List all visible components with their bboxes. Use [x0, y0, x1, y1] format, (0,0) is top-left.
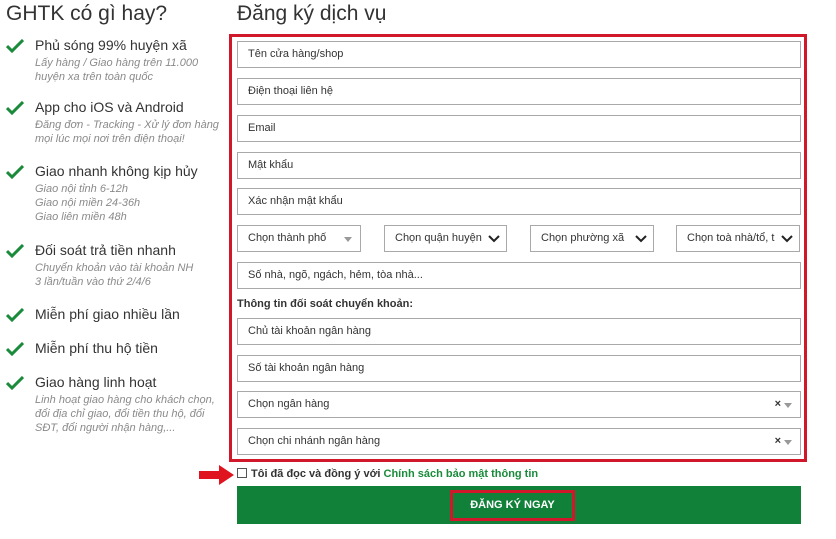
feature-title: Đối soát trả tiền nhanh	[35, 242, 176, 258]
feature-desc: Lấy hàng / Giao hàng trên 11.000 huyện x…	[35, 57, 199, 83]
feature-title: Giao hàng linh hoạt	[35, 374, 157, 390]
agree-checkbox[interactable]	[237, 468, 247, 478]
checkmark-icon	[6, 308, 24, 322]
bank-select-label: Chọn ngân hàng	[248, 398, 330, 410]
feature-desc: Chuyển khoản vào tài khoản NH 3 lần/tuần…	[35, 261, 230, 289]
feature-desc: Giao nội tỉnh 6-12h Giao nội miền 24-36h…	[35, 182, 230, 224]
building-select-label: Chọn toà nhà/tổ, t	[687, 232, 775, 244]
shop-name-input[interactable]: Tên cửa hàng/shop	[237, 41, 801, 68]
account-number-input[interactable]: Số tài khoản ngân hàng	[237, 355, 801, 382]
chevron-down-icon	[635, 235, 647, 243]
agree-row: Tôi đã đọc và đồng ý với Chính sách bảo …	[237, 468, 538, 480]
feature-desc: Đăng đơn - Tracking - Xử lý đơn hàng mọi…	[35, 119, 219, 145]
building-select[interactable]: Chọn toà nhà/tổ, t	[676, 225, 800, 252]
caret-down-icon	[344, 237, 352, 242]
caret-down-icon	[784, 440, 792, 445]
email-input[interactable]: Email	[237, 115, 801, 142]
bank-branch-select[interactable]: Chọn chi nhánh ngân hàng ×	[237, 428, 801, 455]
checkmark-icon	[6, 165, 24, 179]
district-select[interactable]: Chọn quận huyện	[384, 225, 507, 252]
arrow-right-icon	[199, 465, 234, 485]
feature-title: Phủ sóng 99% huyện xã	[35, 37, 187, 53]
checkmark-icon	[6, 101, 24, 115]
clear-icon[interactable]: ×	[775, 429, 781, 454]
checkmark-icon	[6, 342, 24, 356]
form-title: Đăng ký dịch vụ	[237, 2, 387, 25]
bank-branch-select-label: Chọn chi nhánh ngân hàng	[248, 435, 381, 447]
checkmark-icon	[6, 376, 24, 390]
checkmark-icon	[6, 39, 24, 53]
register-button[interactable]: ĐĂNG KÝ NGAY	[450, 490, 575, 521]
feature-desc-line: Giao liên miền 48h	[35, 211, 127, 223]
bank-section-label: Thông tin đối soát chuyển khoản:	[237, 298, 413, 310]
left-title: GHTK có gì hay?	[6, 2, 168, 25]
confirm-password-input[interactable]: Xác nhận mật khẩu	[237, 188, 801, 215]
ward-select[interactable]: Chọn phường xã	[530, 225, 654, 252]
district-select-label: Chọn quận huyện	[395, 232, 482, 244]
caret-down-icon	[784, 403, 792, 408]
feature-title: App cho iOS và Android	[35, 99, 184, 115]
password-input[interactable]: Mật khẩu	[237, 152, 801, 179]
bank-select[interactable]: Chọn ngân hàng ×	[237, 391, 801, 418]
feature-desc-line: Chuyển khoản vào tài khoản NH	[35, 262, 194, 274]
clear-icon[interactable]: ×	[775, 392, 781, 417]
ward-select-label: Chọn phường xã	[541, 232, 625, 244]
chevron-down-icon	[781, 235, 793, 243]
city-select-label: Chọn thành phố	[248, 232, 327, 244]
feature-desc-line: Giao nội miền 24-36h	[35, 197, 141, 209]
address-input[interactable]: Số nhà, ngõ, ngách, hẻm, tòa nhà...	[237, 262, 801, 289]
phone-input[interactable]: Điện thoại liên hệ	[237, 78, 801, 105]
feature-desc-line: 3 lần/tuần vào thứ 2/4/6	[35, 276, 151, 288]
feature-title: Giao nhanh không kịp hủy	[35, 163, 198, 179]
privacy-policy-link[interactable]: Chính sách bảo mật thông tin	[384, 468, 539, 480]
feature-desc-line: Giao nội tỉnh 6-12h	[35, 183, 128, 195]
chevron-down-icon	[488, 235, 500, 243]
agree-text: Tôi đã đọc và đồng ý với	[251, 468, 384, 480]
account-holder-input[interactable]: Chủ tài khoản ngân hàng	[237, 318, 801, 345]
checkmark-icon	[6, 244, 24, 258]
feature-title: Miễn phí thu hộ tiền	[35, 340, 158, 356]
feature-desc: Linh hoạt giao hàng cho khách chọn, đổi …	[35, 394, 215, 434]
feature-title: Miễn phí giao nhiều lần	[35, 306, 180, 322]
city-select[interactable]: Chọn thành phố	[237, 225, 361, 252]
